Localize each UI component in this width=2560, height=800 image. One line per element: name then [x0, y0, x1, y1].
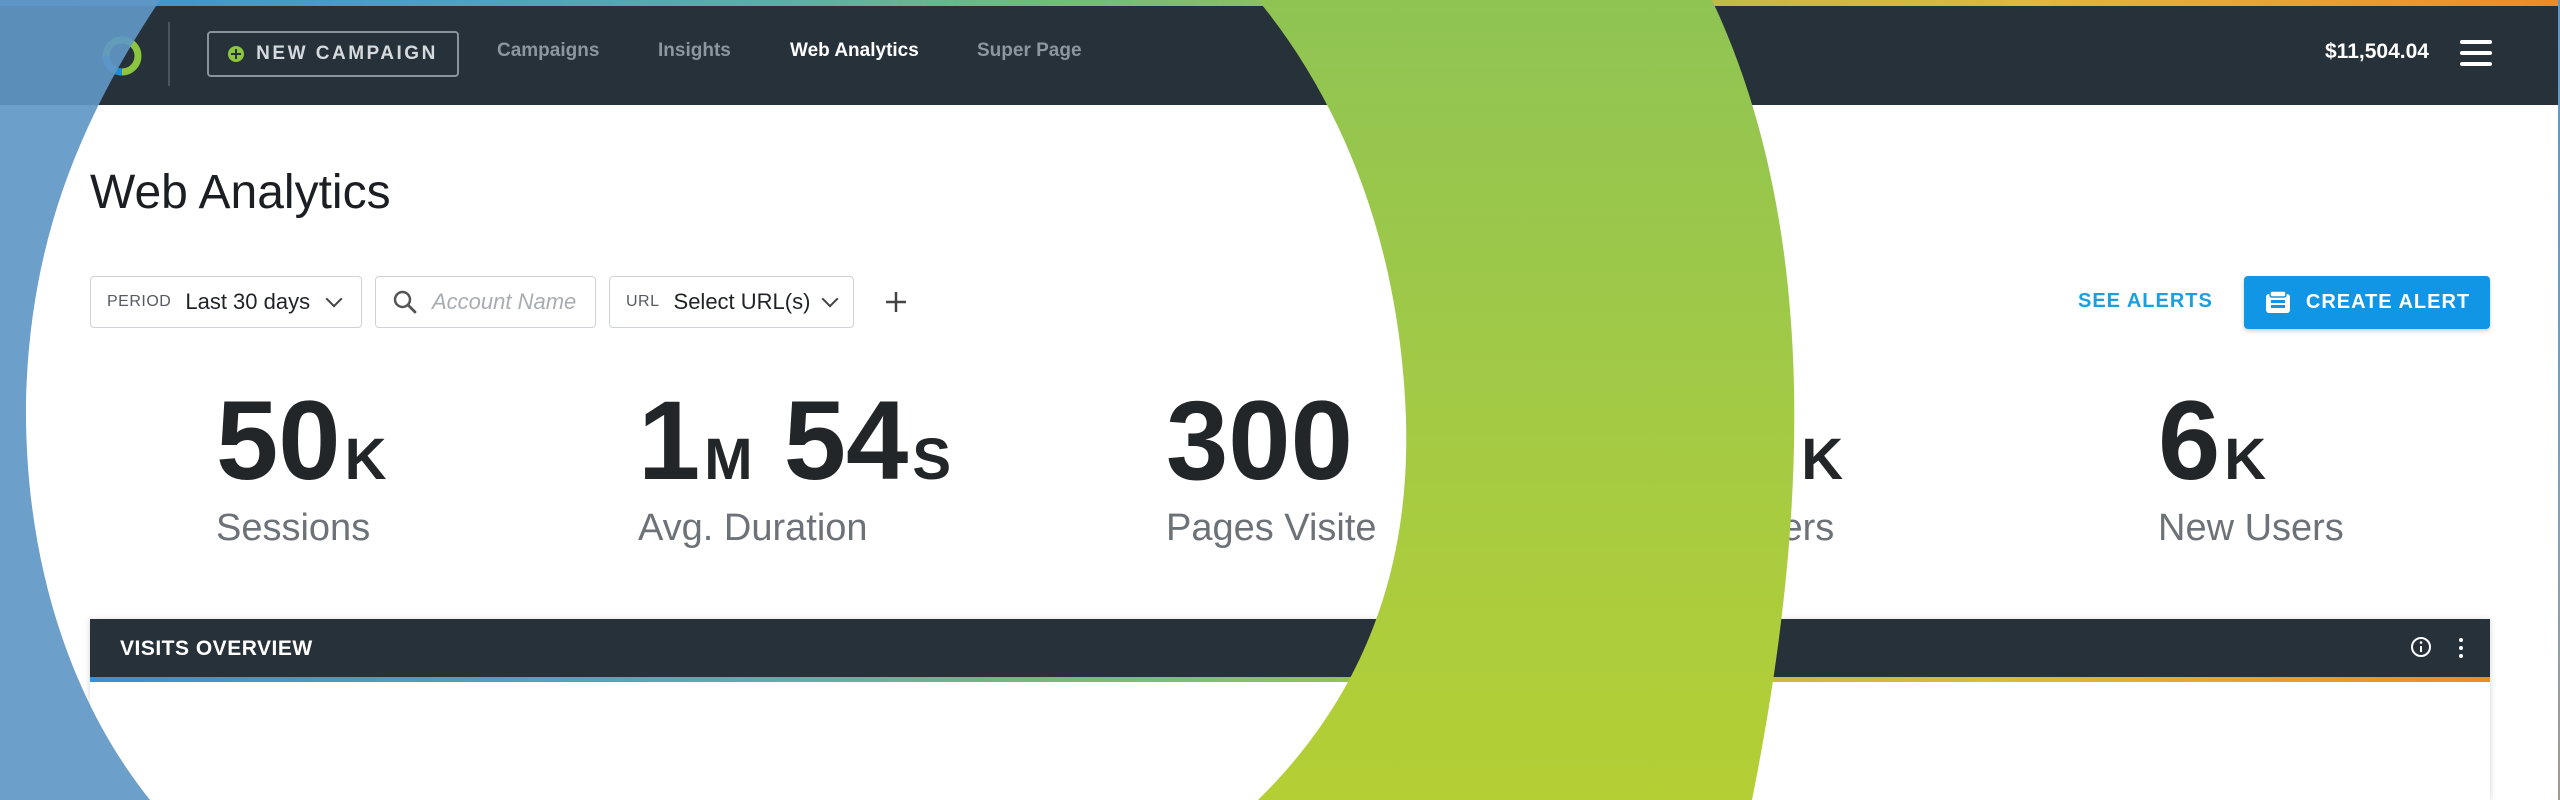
stat-label: Users — [1735, 507, 1835, 549]
search-icon — [393, 290, 417, 314]
stat-pages-visited: 300 Pages Visite — [1166, 385, 1377, 550]
stat-avg-duration: 1M 54S Avg. Duration — [638, 385, 951, 550]
stat-value: 0K — [1735, 378, 1844, 503]
kebab-menu-icon[interactable] — [2458, 636, 2464, 660]
alert-inbox-icon — [2265, 289, 2290, 313]
topbar-accent-stripe — [0, 0, 2558, 6]
period-label: PERIOD — [107, 293, 172, 310]
account-search-field[interactable]: Account Name — [375, 276, 596, 328]
panel-title: VISITS OVERVIEW — [120, 637, 313, 660]
stat-label: Sessions — [216, 507, 371, 549]
chevron-down-icon — [325, 290, 343, 308]
stat-value: 6K — [2158, 378, 2267, 503]
new-campaign-button[interactable]: NEW CAMPAIGN — [207, 31, 459, 77]
chevron-down-icon — [821, 290, 839, 308]
stat-sessions: 50K Sessions — [216, 385, 386, 550]
stat-label: Avg. Duration — [638, 507, 868, 549]
period-value: Last 30 days — [185, 289, 311, 314]
new-campaign-label: NEW CAMPAIGN — [256, 43, 438, 64]
stat-label: New Users — [2158, 507, 2344, 549]
app-logo-icon[interactable] — [98, 32, 146, 80]
logo-divider — [168, 22, 170, 86]
search-placeholder: Account Name — [432, 289, 577, 314]
hamburger-menu-icon[interactable] — [2460, 40, 2492, 66]
create-alert-button[interactable]: CREATE ALERT — [2244, 276, 2490, 329]
stat-value: 300 — [1166, 378, 1353, 503]
nav-insights[interactable]: Insights — [658, 40, 731, 62]
create-alert-label: CREATE ALERT — [2305, 291, 2471, 313]
visits-overview-panel: VISITS OVERVIEW — [90, 619, 2490, 800]
panel-header: VISITS OVERVIEW — [90, 619, 2490, 677]
stat-new-users: 6K New Users — [2158, 385, 2344, 550]
url-label: URL — [626, 293, 660, 310]
nav-web-analytics[interactable]: Web Analytics — [790, 40, 919, 62]
account-balance: $11,504.04 — [2325, 40, 2429, 63]
app-window: NEW CAMPAIGN Campaigns Insights Web Anal… — [0, 0, 2560, 800]
panel-accent-stripe — [90, 677, 2490, 682]
app-surface: NEW CAMPAIGN Campaigns Insights Web Anal… — [0, 0, 2558, 800]
see-alerts-link[interactable]: SEE ALERTS — [2078, 290, 2213, 313]
stat-label: Pages Visite — [1166, 507, 1377, 549]
plus-circle-icon — [228, 46, 245, 62]
nav-campaigns[interactable]: Campaigns — [497, 40, 599, 62]
stat-value: 50K — [216, 378, 387, 503]
url-value: Select URL(s) — [673, 289, 811, 314]
period-select[interactable]: PERIOD Last 30 days — [90, 276, 362, 328]
stat-value: 1M 54S — [638, 378, 952, 503]
info-icon[interactable] — [2410, 636, 2432, 658]
plus-icon[interactable] — [880, 284, 912, 320]
nav-super-page[interactable]: Super Page — [977, 40, 1082, 62]
page-title: Web Analytics — [90, 166, 391, 219]
stat-users: 0K Users — [1735, 385, 1843, 550]
url-select[interactable]: URL Select URL(s) — [609, 276, 854, 328]
top-navigation-bar: NEW CAMPAIGN Campaigns Insights Web Anal… — [0, 0, 2558, 105]
